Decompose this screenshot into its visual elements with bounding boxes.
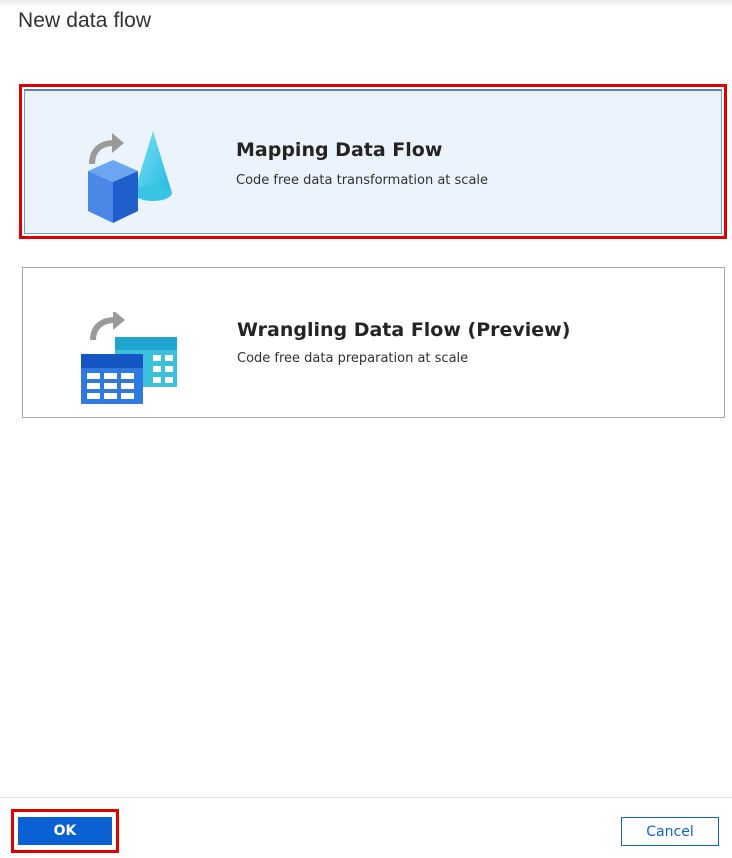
option-description: Code free data preparation at scale bbox=[237, 351, 469, 366]
option-description: Code free data transformation at scale bbox=[236, 173, 489, 188]
mapping-data-flow-icon bbox=[88, 131, 172, 223]
dialog-top-shadow bbox=[0, 0, 732, 6]
ok-button[interactable]: OK bbox=[18, 817, 112, 845]
option-wrangling-data-flow[interactable]: Wrangling Data Flow (Preview) Code free … bbox=[22, 267, 725, 418]
option-title: Wrangling Data Flow (Preview) bbox=[237, 319, 571, 341]
ok-button-highlight: OK bbox=[11, 809, 119, 853]
cancel-button[interactable]: Cancel bbox=[621, 817, 719, 846]
dialog-title: New data flow bbox=[18, 9, 152, 32]
option-mapping-data-flow[interactable]: Mapping Data Flow Code free data transfo… bbox=[19, 84, 727, 239]
wrangling-data-flow-icon bbox=[81, 312, 177, 404]
option-title: Mapping Data Flow bbox=[236, 139, 443, 161]
footer-divider bbox=[0, 797, 732, 798]
